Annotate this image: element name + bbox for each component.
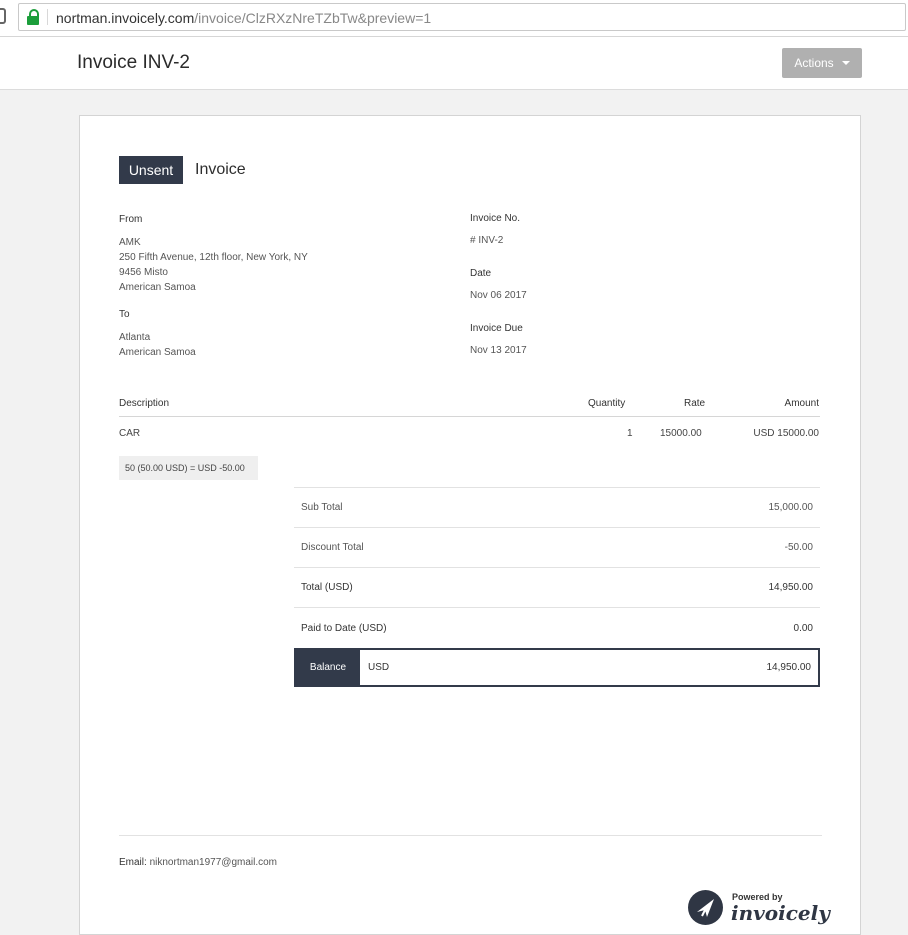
balance-box: Balance USD 14,950.00 [294, 648, 820, 687]
invoice-document: Unsent Invoice From AMK 250 Fifth Avenue… [79, 115, 861, 935]
col-amount: Amount [784, 398, 819, 409]
browser-address-bar: nortman.invoicely.com/invoice/ClzRXzNreT… [0, 0, 908, 37]
invoicely-brand: invoicely [731, 901, 830, 925]
subtotal-label: Sub Total [301, 502, 343, 513]
item-description: CAR [119, 428, 141, 439]
address-separator [47, 9, 48, 25]
lock-icon [26, 9, 40, 25]
powered-by-invoicely[interactable]: Powered by invoicely [688, 888, 830, 928]
total-label: Total (USD) [301, 582, 353, 593]
subtotal-value: 15,000.00 [768, 502, 814, 513]
actions-label: Actions [794, 56, 834, 70]
email-row: Email: niknortman1977@gmail.com [119, 857, 277, 868]
due-value: Nov 13 2017 [470, 345, 527, 356]
reload-icon[interactable] [0, 8, 6, 24]
status-badge: Unsent [119, 156, 183, 184]
url-field[interactable]: nortman.invoicely.com/invoice/ClzRXzNreT… [18, 3, 906, 31]
actions-dropdown-button[interactable]: Actions [782, 48, 862, 78]
from-city: 9456 Misto [119, 267, 168, 278]
date-value: Nov 06 2017 [470, 290, 527, 301]
balance-currency: USD [368, 662, 390, 673]
app-header: Invoice INV-2 Actions [0, 37, 908, 90]
invoice-no-label: Invoice No. [470, 213, 521, 224]
footer-divider [119, 835, 822, 836]
from-name: AMK [119, 237, 141, 248]
invoicely-logo-icon [688, 890, 723, 925]
to-country: American Samoa [119, 347, 196, 358]
col-description: Description [119, 398, 170, 409]
to-label: To [119, 309, 130, 320]
from-country: American Samoa [119, 282, 196, 293]
discount-total-label: Discount Total [301, 542, 364, 553]
discount-note: 50 (50.00 USD) = USD -50.00 [119, 456, 258, 480]
item-quantity: 1 [627, 428, 633, 439]
due-label: Invoice Due [470, 323, 523, 334]
balance-amount: 14,950.00 [766, 662, 812, 673]
invoice-no-value: # INV-2 [470, 235, 504, 246]
url-text[interactable]: nortman.invoicely.com/invoice/ClzRXzNreT… [56, 10, 431, 26]
summary-divider [294, 607, 820, 608]
email-value: niknortman1977@gmail.com [149, 857, 278, 868]
paid-to-date-label: Paid to Date (USD) [301, 623, 387, 634]
balance-label: Balance [296, 650, 360, 685]
item-rate: 15000.00 [660, 428, 702, 439]
date-label: Date [470, 268, 492, 279]
url-host: nortman.invoicely.com [56, 10, 195, 26]
total-value: 14,950.00 [768, 582, 814, 593]
caret-down-icon [841, 61, 850, 65]
discount-total-value: -50.00 [784, 542, 813, 553]
document-type: Invoice [195, 161, 246, 178]
summary-divider [294, 567, 820, 568]
col-rate: Rate [684, 398, 706, 409]
to-city: Atlanta [119, 332, 151, 343]
page-title: Invoice INV-2 [77, 52, 190, 73]
summary-divider [294, 487, 820, 488]
from-label: From [119, 214, 143, 225]
col-quantity: Quantity [588, 398, 626, 409]
item-amount: USD 15000.00 [753, 428, 819, 439]
summary-divider [294, 527, 820, 528]
email-label: Email: [119, 857, 147, 868]
url-path: /invoice/ClzRXzNreTZbTw&preview=1 [194, 10, 432, 26]
table-header-divider [119, 416, 820, 417]
paid-to-date-value: 0.00 [793, 623, 813, 634]
from-address: 250 Fifth Avenue, 12th floor, New York, … [119, 252, 308, 263]
